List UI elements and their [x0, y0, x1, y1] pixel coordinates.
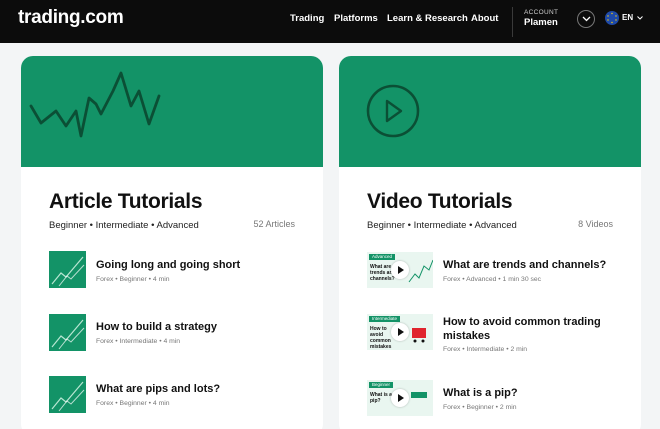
video-title[interactable]: What is a pip? [443, 386, 518, 400]
article-meta: Forex • Beginner • 4 min [96, 400, 170, 407]
card-title: Video Tutorials [367, 190, 513, 213]
play-button-icon[interactable] [391, 323, 409, 341]
article-count: 52 Articles [253, 219, 295, 229]
article-thumbnail [49, 376, 86, 413]
play-button-icon[interactable] [391, 261, 409, 279]
trend-up-icon [51, 319, 85, 350]
chart-line-icon [29, 71, 161, 138]
video-title[interactable]: What are trends and channels? [443, 258, 606, 272]
nav-divider [512, 7, 513, 37]
nav-platforms[interactable]: Platforms [334, 13, 378, 24]
video-banner [339, 56, 641, 167]
trend-up-icon [51, 381, 85, 412]
card-title: Article Tutorials [49, 190, 203, 213]
video-meta: Forex • Advanced • 1 min 30 sec [443, 276, 542, 283]
eu-flag-icon [605, 11, 619, 25]
chevron-down-icon [637, 16, 643, 20]
top-header: trading.com Trading Platforms Learn & Re… [0, 0, 660, 43]
article-title[interactable]: Going long and going short [96, 258, 240, 272]
article-banner [21, 56, 323, 167]
chevron-down-icon [582, 16, 591, 22]
video-tutorials-card: Video Tutorials Beginner • Intermediate … [339, 56, 641, 429]
account-menu[interactable]: ACCOUNT Plamen [524, 9, 558, 28]
video-thumbnail: Intermediate How to avoid common mistake… [367, 314, 433, 350]
account-dropdown-button[interactable] [577, 10, 595, 28]
nav-trading[interactable]: Trading [290, 13, 324, 24]
article-thumbnail [49, 314, 86, 351]
video-title[interactable]: How to avoid common trading mistakes [443, 315, 613, 343]
nav-about[interactable]: About [471, 13, 498, 24]
level-list: Beginner • Intermediate • Advanced [49, 220, 199, 231]
level-list: Beginner • Intermediate • Advanced [367, 220, 517, 231]
account-name: Plamen [524, 17, 558, 28]
play-circle-icon [366, 84, 420, 138]
video-thumbnail: Beginner What is a pip? [367, 380, 433, 416]
language-code: EN [622, 13, 634, 22]
logo[interactable]: trading.com [18, 7, 124, 29]
article-title[interactable]: How to build a strategy [96, 320, 217, 334]
video-thumbnail: Advanced What are trends and channels? [367, 252, 433, 288]
article-tutorials-card: Article Tutorials Beginner • Intermediat… [21, 56, 323, 429]
article-meta: Forex • Intermediate • 4 min [96, 338, 181, 345]
video-count: 8 Videos [578, 219, 613, 229]
article-meta: Forex • Beginner • 4 min [96, 276, 170, 283]
article-title[interactable]: What are pips and lots? [96, 382, 220, 396]
video-meta: Forex • Intermediate • 2 min [443, 346, 528, 353]
play-button-icon[interactable] [391, 389, 409, 407]
trend-up-icon [51, 256, 85, 287]
video-meta: Forex • Beginner • 2 min [443, 404, 517, 411]
article-thumbnail [49, 251, 86, 288]
account-label: ACCOUNT [524, 9, 559, 16]
nav-learn-research[interactable]: Learn & Research [387, 13, 468, 24]
